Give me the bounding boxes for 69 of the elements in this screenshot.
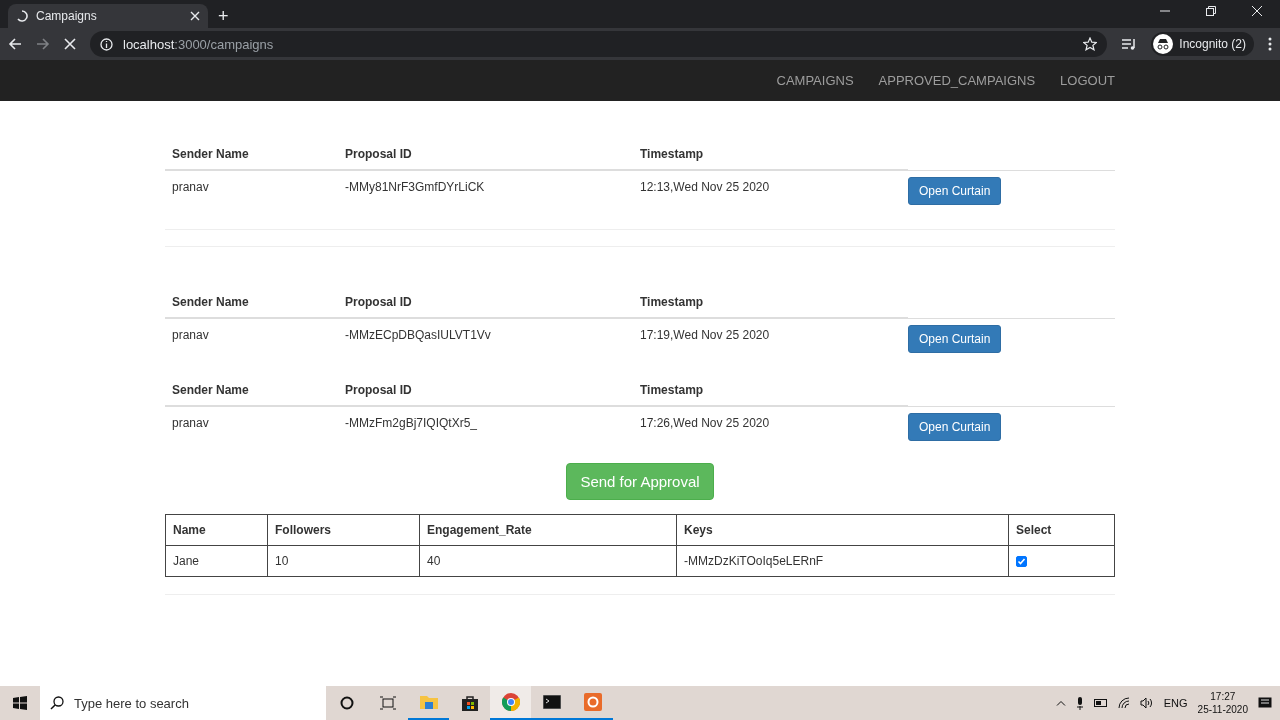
table-cell-text: pranav bbox=[171, 179, 210, 196]
wifi-icon[interactable] bbox=[1117, 697, 1130, 709]
column-header: Followers bbox=[267, 514, 420, 546]
task-view-icon[interactable] bbox=[379, 696, 396, 710]
tab-title: Campaigns bbox=[36, 9, 98, 23]
notification-icon[interactable] bbox=[1258, 696, 1272, 710]
column-header: Timestamp bbox=[633, 287, 908, 319]
table-cell-text: 17:26,Wed Nov 25 2020 bbox=[639, 415, 771, 432]
column-header: Select bbox=[1008, 514, 1115, 546]
taskbar-search-field[interactable]: Type here to search bbox=[40, 686, 326, 720]
new-tab-button[interactable]: + bbox=[218, 7, 229, 25]
circle-icon[interactable] bbox=[339, 696, 354, 710]
maximize-icon[interactable] bbox=[1206, 6, 1216, 16]
table-cell: Jane bbox=[165, 545, 268, 577]
nav-link[interactable]: APPROVED_CAMPAIGNS bbox=[878, 73, 1036, 88]
nav-link[interactable]: LOGOUT bbox=[1060, 73, 1115, 88]
table-cell-text: -MMzECpDBQasIULVT1Vv bbox=[344, 327, 492, 344]
column-header: Keys bbox=[676, 514, 1009, 546]
column-header: Proposal ID bbox=[338, 287, 633, 319]
select-checkbox[interactable] bbox=[1016, 556, 1027, 568]
info-icon bbox=[100, 37, 113, 51]
table-cell: 40 bbox=[419, 545, 677, 577]
url-text: localhost:3000/campaigns bbox=[123, 36, 274, 52]
volume-icon[interactable] bbox=[1139, 697, 1154, 709]
column-header: Timestamp bbox=[633, 375, 908, 407]
menu-icon[interactable] bbox=[1268, 37, 1272, 51]
battery-icon[interactable] bbox=[1093, 699, 1108, 707]
chevron-up-icon[interactable] bbox=[1055, 700, 1066, 706]
star-icon[interactable] bbox=[1083, 37, 1098, 51]
shopping-bag-icon[interactable] bbox=[461, 695, 478, 711]
column-header: Proposal ID bbox=[338, 375, 633, 407]
microphone-icon[interactable] bbox=[1075, 696, 1084, 710]
column-header: Sender Name bbox=[165, 139, 338, 171]
browser-tab[interactable]: Campaigns bbox=[8, 4, 208, 28]
forward-arrow-icon[interactable] bbox=[36, 37, 50, 51]
table-cell-text: 12:13,Wed Nov 25 2020 bbox=[639, 179, 771, 196]
open-curtain-button[interactable]: Open Curtain bbox=[908, 325, 1002, 353]
terminal-icon[interactable] bbox=[542, 695, 561, 709]
table-cell-text: 17:19,Wed Nov 25 2020 bbox=[639, 327, 771, 344]
address-bar[interactable]: localhost:3000/campaigns bbox=[90, 31, 1108, 57]
column-header: Sender Name bbox=[165, 375, 338, 407]
folder-icon[interactable] bbox=[419, 695, 438, 709]
open-curtain-button[interactable]: Open Curtain bbox=[908, 177, 1002, 205]
column-header: Timestamp bbox=[633, 139, 908, 171]
column-header: Proposal ID bbox=[338, 139, 633, 171]
language-indicator[interactable]: ENG bbox=[1163, 697, 1188, 709]
close-icon[interactable] bbox=[1252, 6, 1262, 16]
chrome-icon[interactable] bbox=[501, 693, 520, 711]
clock[interactable]: 17:27 25-11-2020 bbox=[1197, 690, 1248, 716]
table-cell: 10 bbox=[267, 545, 420, 577]
search-icon bbox=[50, 696, 64, 710]
close-icon[interactable] bbox=[190, 11, 200, 21]
column-header: Engagement_Rate bbox=[419, 514, 677, 546]
stop-icon[interactable] bbox=[64, 38, 76, 50]
profile-button[interactable]: Incognito (2) bbox=[1151, 32, 1254, 56]
column-header: Sender Name bbox=[165, 287, 338, 319]
windows-logo-icon[interactable] bbox=[13, 696, 27, 710]
table-cell-text: pranav bbox=[171, 415, 210, 432]
app-icon[interactable] bbox=[583, 693, 602, 711]
table-cell-text: pranav bbox=[171, 327, 210, 344]
nav-link[interactable]: CAMPAIGNS bbox=[776, 73, 854, 88]
media-queue-icon[interactable] bbox=[1121, 37, 1138, 51]
open-curtain-button[interactable]: Open Curtain bbox=[908, 413, 1002, 441]
table-cell: -MMzDzKiTOoIq5eLERnF bbox=[676, 545, 1009, 577]
table-cell-text: -MMzFm2gBj7IQIQtXr5_ bbox=[344, 415, 479, 432]
column-header: Name bbox=[165, 514, 268, 546]
back-arrow-icon[interactable] bbox=[8, 37, 22, 51]
incognito-icon bbox=[1153, 34, 1174, 54]
table-cell-text: -MMy81NrF3GmfDYrLiCK bbox=[344, 179, 486, 196]
